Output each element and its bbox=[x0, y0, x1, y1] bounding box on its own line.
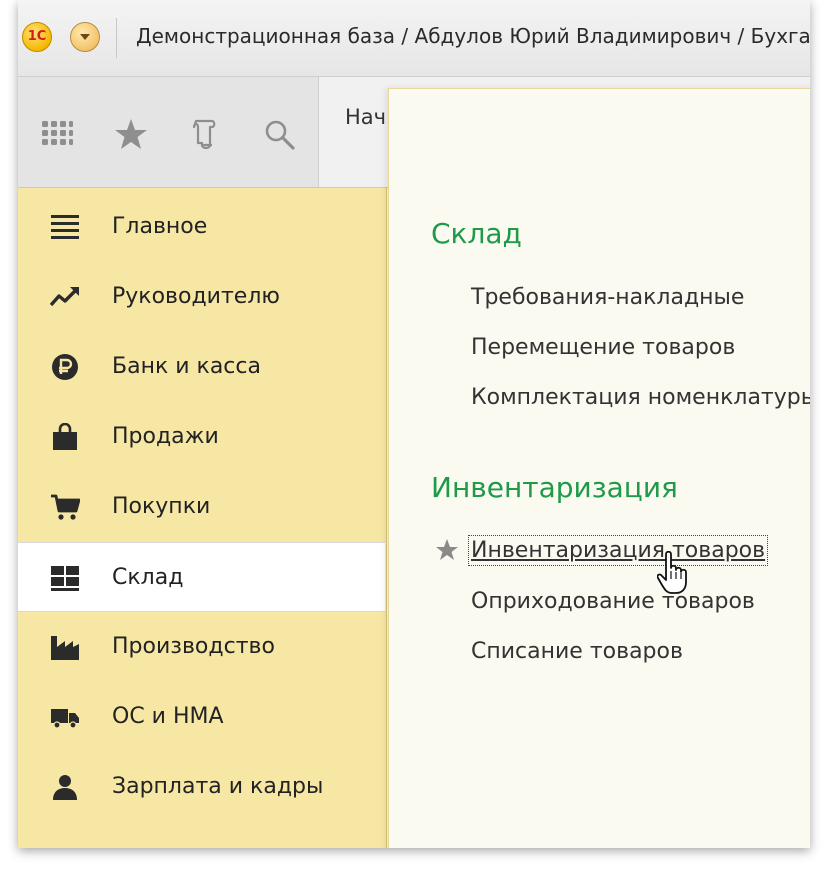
window-title: Демонстрационная база / Абдулов Юрий Вла… bbox=[136, 24, 810, 48]
app-logo-icon[interactable]: 1С bbox=[22, 22, 52, 52]
sidebar-item-label: Покупки bbox=[112, 494, 211, 519]
sidebar-item-assets[interactable]: ОС и НМА bbox=[18, 682, 386, 752]
hand-cursor-icon bbox=[657, 551, 687, 594]
section-title-inventory: Инвентаризация bbox=[431, 471, 678, 504]
sidebar-item-label: Продажи bbox=[112, 424, 219, 449]
sidebar-item-label: ОС и НМА bbox=[112, 704, 224, 729]
sidebar-item-label: Главное bbox=[112, 214, 208, 239]
search-icon[interactable] bbox=[262, 117, 296, 151]
trend-chart-icon bbox=[50, 287, 79, 307]
main-menu-button[interactable] bbox=[70, 22, 100, 52]
history-scroll-icon[interactable] bbox=[188, 117, 222, 151]
sidebar-item-label: Производство bbox=[112, 634, 275, 659]
sidebar-item-label: Склад bbox=[112, 565, 184, 590]
shopping-bag-icon bbox=[53, 423, 77, 450]
link-goods-receipt[interactable]: Оприходование товаров bbox=[471, 589, 755, 614]
sidebar-item-production[interactable]: Производство bbox=[18, 612, 386, 682]
tab-home[interactable]: Нач bbox=[345, 105, 386, 129]
app-window: 1С Демонстрационная база / Абдулов Юрий … bbox=[18, 0, 810, 848]
sections-sidebar: Главное Руководителю Банк и касса Продаж… bbox=[18, 188, 387, 848]
ruble-coin-icon bbox=[52, 354, 78, 380]
favorites-star-icon[interactable] bbox=[114, 117, 148, 151]
link-goods-transfer[interactable]: Перемещение товаров bbox=[471, 335, 735, 360]
sidebar-item-warehouse[interactable]: Склад bbox=[18, 542, 385, 612]
sidebar-item-main[interactable]: Главное bbox=[18, 192, 386, 262]
title-bar: 1С Демонстрационная база / Абдулов Юрий … bbox=[18, 0, 810, 77]
link-goods-writeoff[interactable]: Списание товаров bbox=[471, 639, 683, 664]
section-title-warehouse: Склад bbox=[431, 217, 522, 250]
factory-icon bbox=[51, 636, 79, 660]
link-kitting[interactable]: Комплектация номенклатуры bbox=[471, 385, 810, 410]
sidebar-item-label: Руководителю bbox=[112, 284, 280, 309]
apps-grid-icon[interactable] bbox=[40, 117, 74, 151]
title-separator bbox=[116, 18, 117, 58]
sidebar-item-label: Зарплата и кадры bbox=[112, 774, 324, 799]
truck-icon bbox=[51, 709, 79, 729]
section-panel: Склад Требования-накладные Перемещение т… bbox=[388, 88, 810, 848]
favorite-star-icon[interactable] bbox=[435, 538, 459, 562]
sidebar-item-sales[interactable]: Продажи bbox=[18, 402, 386, 472]
menu-lines-icon bbox=[51, 215, 79, 239]
link-goods-inventory[interactable]: Инвентаризация товаров bbox=[467, 535, 769, 566]
warehouse-grid-icon bbox=[51, 566, 79, 591]
toolbar bbox=[18, 77, 318, 188]
sidebar-item-purchases[interactable]: Покупки bbox=[18, 472, 386, 542]
person-icon bbox=[53, 775, 77, 800]
cart-icon bbox=[51, 494, 80, 520]
link-requisitions[interactable]: Требования-накладные bbox=[471, 285, 744, 310]
sidebar-item-bank[interactable]: Банк и касса bbox=[18, 332, 386, 402]
sidebar-item-salary[interactable]: Зарплата и кадры bbox=[18, 752, 386, 822]
sidebar-item-manager[interactable]: Руководителю bbox=[18, 262, 386, 332]
sidebar-item-label: Банк и касса bbox=[112, 354, 261, 379]
